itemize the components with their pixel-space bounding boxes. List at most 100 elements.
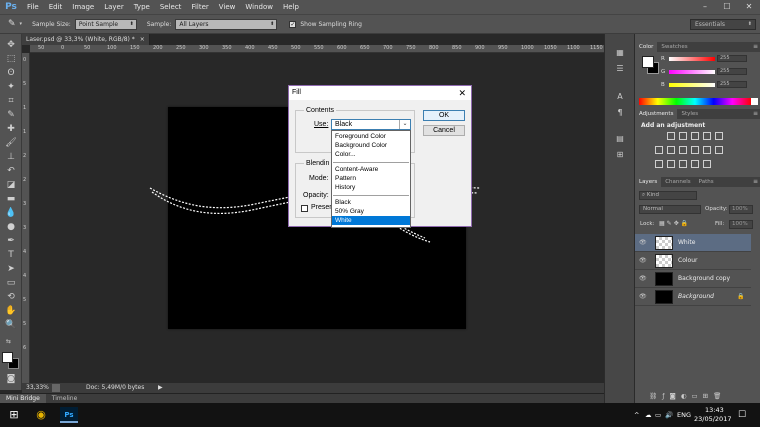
swap-colors-icon[interactable]: ⇆	[6, 338, 11, 345]
eye-icon[interactable]: 👁	[639, 239, 647, 246]
document-tab[interactable]: Laser.psd @ 33,3% (White, RGB/8) * ×	[22, 34, 150, 45]
windows-start-icon[interactable]: ⊞	[5, 406, 23, 424]
foreground-color-swatch[interactable]	[2, 352, 13, 363]
photo-filter-icon[interactable]	[691, 146, 699, 154]
layer-row-colour[interactable]: 👁 Colour	[635, 252, 751, 270]
menu-window[interactable]: Window	[240, 0, 278, 14]
menu-file[interactable]: File	[22, 0, 44, 14]
panel-menu-icon[interactable]: ≡	[753, 42, 758, 52]
brush-panel-icon[interactable]: ▤	[613, 134, 627, 146]
quick-mask-icon[interactable]: ◙	[3, 372, 19, 386]
3d-tool-icon[interactable]: ⟲	[3, 290, 19, 304]
status-info-icon[interactable]	[52, 384, 60, 392]
clone-stamp-tool-icon[interactable]: ⊥	[3, 150, 19, 164]
layer-row-white[interactable]: 👁 White	[635, 234, 751, 252]
threshold-icon[interactable]	[679, 160, 687, 168]
move-tool-icon[interactable]: ✥	[3, 38, 19, 52]
preserve-transparency-checkbox[interactable]	[301, 205, 308, 212]
use-select[interactable]: Black ⌄	[331, 119, 411, 130]
crop-tool-icon[interactable]: ⌗	[3, 94, 19, 108]
layer-name[interactable]: Background	[678, 288, 714, 306]
eyedropper-icon[interactable]: ✎	[8, 19, 16, 29]
gradient-map-icon[interactable]	[703, 160, 711, 168]
volume-icon[interactable]: 🔊	[665, 403, 673, 427]
menu-filter[interactable]: Filter	[186, 0, 213, 14]
green-slider[interactable]: G 255	[661, 68, 755, 75]
color-balance-icon[interactable]	[667, 146, 675, 154]
marquee-tool-icon[interactable]: ⬚	[3, 52, 19, 66]
zoom-tool-icon[interactable]: 🔍	[3, 318, 19, 332]
layer-name[interactable]: Background copy	[678, 270, 730, 288]
clock-date[interactable]: 23/05/2017	[694, 415, 731, 424]
dodge-tool-icon[interactable]: ●	[3, 220, 19, 234]
color-lookup-icon[interactable]	[715, 146, 723, 154]
maximize-button[interactable]: ☐	[716, 0, 738, 14]
hue-saturation-icon[interactable]	[655, 146, 663, 154]
menu-help[interactable]: Help	[278, 0, 304, 14]
healing-brush-tool-icon[interactable]: ✚	[3, 122, 19, 136]
path-select-tool-icon[interactable]: ➤	[3, 262, 19, 276]
menu-type[interactable]: Type	[129, 0, 155, 14]
blur-tool-icon[interactable]: 💧	[3, 206, 19, 220]
gradient-tool-icon[interactable]: ▬	[3, 192, 19, 206]
color-spectrum-ramp[interactable]	[639, 98, 751, 105]
workspace-select[interactable]: Essentials ⬍	[690, 19, 756, 30]
rectangle-tool-icon[interactable]: ▭	[3, 276, 19, 290]
minimize-button[interactable]: –	[694, 0, 716, 14]
layer-name[interactable]: Colour	[678, 252, 697, 270]
panel-menu-icon[interactable]: ≡	[753, 177, 758, 187]
vibrance-icon[interactable]	[715, 132, 723, 140]
cancel-button[interactable]: Cancel	[423, 125, 465, 136]
character-panel-icon[interactable]: A	[613, 92, 627, 104]
tab-adjustments[interactable]: Adjustments	[635, 109, 678, 119]
menu-image[interactable]: Image	[67, 0, 99, 14]
zoom-level[interactable]: 33,33%	[26, 383, 49, 393]
green-value[interactable]: 255	[717, 68, 747, 75]
color-ramp-white[interactable]	[751, 98, 758, 105]
layer-filter-kind[interactable]: ⌕ Kind	[639, 191, 697, 200]
layer-row-background[interactable]: 👁 Background 🔒	[635, 288, 751, 306]
clone-source-panel-icon[interactable]: ⊞	[613, 150, 627, 162]
option-foreground-color[interactable]: Foreground Color	[332, 132, 410, 141]
option-background-color[interactable]: Background Color	[332, 141, 410, 150]
show-sampling-ring-checkbox[interactable]: ✓	[289, 20, 297, 28]
tool-preset-arrow-icon[interactable]: ▾	[20, 21, 23, 27]
option-color[interactable]: Color...	[332, 150, 410, 159]
panel-menu-icon[interactable]: ≡	[753, 109, 758, 119]
notifications-icon[interactable]: ☐	[738, 403, 746, 427]
selective-color-icon[interactable]	[691, 160, 699, 168]
brush-tool-icon[interactable]: 🖌	[3, 136, 19, 150]
menu-select[interactable]: Select	[155, 0, 187, 14]
green-slider-bar[interactable]	[669, 70, 715, 74]
black-white-icon[interactable]	[679, 146, 687, 154]
language-indicator[interactable]: ENG	[677, 403, 691, 427]
tab-channels[interactable]: Channels	[661, 177, 694, 187]
quick-select-tool-icon[interactable]: ✦	[3, 80, 19, 94]
layers-footer-icons[interactable]: ⛓ƒ◙◐▭⊞🗑	[649, 392, 726, 400]
sample-size-select[interactable]: Point Sample ⬍	[74, 18, 137, 30]
properties-panel-icon[interactable]: ☰	[613, 64, 627, 76]
fill-input[interactable]: 100%	[729, 220, 753, 229]
option-pattern[interactable]: Pattern	[332, 174, 410, 183]
tab-color[interactable]: Color	[635, 42, 658, 52]
red-slider-bar[interactable]	[669, 57, 715, 61]
option-history[interactable]: History	[332, 183, 410, 192]
battery-icon[interactable]: ▭	[655, 403, 661, 427]
tray-chevron-icon[interactable]: ^	[634, 403, 639, 427]
close-button[interactable]: ✕	[738, 0, 760, 14]
levels-icon[interactable]	[679, 132, 687, 140]
tab-swatches[interactable]: Swatches	[657, 42, 691, 52]
brightness-icon[interactable]	[667, 132, 675, 140]
red-value[interactable]: 255	[717, 55, 747, 62]
opacity-input[interactable]: 100%	[729, 205, 753, 214]
menu-layer[interactable]: Layer	[99, 0, 129, 14]
curves-icon[interactable]	[691, 132, 699, 140]
exposure-icon[interactable]	[703, 132, 711, 140]
tab-mini-bridge[interactable]: Mini Bridge	[0, 394, 46, 403]
option-black[interactable]: Black	[332, 198, 410, 207]
paragraph-panel-icon[interactable]: ¶	[613, 108, 627, 120]
tab-paths[interactable]: Paths	[695, 177, 718, 187]
menu-view[interactable]: View	[214, 0, 241, 14]
type-tool-icon[interactable]: T	[3, 248, 19, 262]
ok-button[interactable]: OK	[423, 110, 465, 121]
